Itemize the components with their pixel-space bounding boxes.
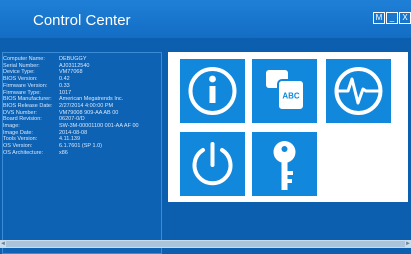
info-row: DVS Number: VM79008 909-AA AB 00: [3, 110, 139, 117]
info-label: BIOS Manufacturer:: [3, 96, 52, 103]
info-label: Board Revision:: [3, 116, 42, 123]
info-value: 06207-0/D: [59, 116, 85, 123]
power-tile[interactable]: [180, 132, 245, 196]
info-tile[interactable]: [180, 59, 245, 123]
info-row: OS Version: 6.1.7601 (SP 1.0): [3, 143, 139, 150]
close-button[interactable]: X: [399, 12, 411, 24]
info-row: BIOS Release Date: 2/27/2014 4:00:00 PM: [3, 103, 139, 110]
info-label: OS Architecture:: [3, 149, 44, 156]
info-value: VM77068: [59, 69, 83, 76]
info-icon: [188, 67, 237, 115]
info-label: OS Version:: [3, 143, 33, 150]
scroll-right-icon[interactable]: ►: [405, 240, 411, 248]
info-row: Image Date: 2014-08-08: [3, 130, 139, 137]
abc-keyboard-icon: ABC: [266, 70, 305, 111]
info-value: x86: [59, 149, 68, 156]
info-value: SW-3M-00001100 001-AA AF 00: [59, 123, 139, 130]
key-icon: [273, 141, 296, 190]
settings-icon: M: [375, 13, 383, 22]
info-row: Board Revision: 06207-0/D: [3, 116, 139, 123]
info-label: Device Type:: [3, 69, 35, 76]
info-row: Computer Name: DEBUGGY: [3, 56, 139, 63]
info-row: Image: SW-3M-00001100 001-AA AF 00: [3, 123, 139, 130]
info-value: 1017: [59, 89, 72, 96]
language-tile[interactable]: ABC: [252, 59, 317, 123]
heartbeat-icon: [334, 67, 383, 115]
info-row: OS Architecture: x86: [3, 150, 139, 157]
info-value: American Megatrends Inc.: [59, 96, 124, 103]
info-value: 0.33: [59, 82, 70, 89]
window-title: Control Center: [33, 12, 131, 29]
info-value: 4.11.139: [59, 136, 81, 143]
info-value: AJ03112540: [59, 62, 90, 69]
settings-button[interactable]: M: [373, 12, 385, 24]
info-label: Serial Number:: [3, 62, 40, 69]
info-value: 6.1.7601 (SP 1.0): [59, 143, 103, 150]
info-row: Device Type: VM77068: [3, 69, 139, 76]
minimize-icon: _: [389, 13, 395, 22]
info-label: BIOS Version:: [3, 76, 38, 83]
info-row: Serial Number: AJ03112540: [3, 63, 139, 70]
info-value: DEBUGGY: [59, 56, 87, 62]
info-label: Image Date:: [3, 129, 33, 136]
abc-label: ABC: [282, 92, 300, 101]
minimize-button[interactable]: _: [386, 12, 398, 24]
info-label: BIOS Release Date:: [3, 102, 53, 109]
info-label: Image:: [3, 123, 20, 130]
system-info-list: Computer Name: DEBUGGY Serial Number: AJ03…: [3, 56, 139, 157]
info-value: VM79008 909-AA AB 00: [59, 109, 119, 116]
info-label: Firmware Type:: [3, 89, 41, 96]
info-label: Computer Name:: [3, 56, 45, 62]
info-value: 2/27/2014 4:00:00 PM: [59, 102, 114, 109]
info-label: Firmware Version:: [3, 82, 48, 89]
diagnostics-tile[interactable]: [326, 59, 391, 123]
power-icon: [192, 142, 233, 186]
info-row: Firmware Version: 0.33: [3, 83, 139, 90]
info-label: Tools Version:: [3, 136, 38, 143]
info-value: 2014-08-08: [59, 129, 88, 136]
security-tile[interactable]: [252, 132, 317, 196]
info-row: Tools Version: 4.11.139: [3, 136, 139, 143]
info-row: BIOS Manufacturer: American Megatrends In…: [3, 96, 139, 103]
info-label: DVS Number:: [3, 109, 37, 116]
close-icon: X: [402, 13, 408, 22]
info-value: 0.42: [59, 76, 70, 83]
tiles-panel: ABC: [168, 52, 408, 202]
title-bar: Control Center M _ X: [0, 0, 411, 38]
info-row: Firmware Type: 1017: [3, 90, 139, 97]
scrollbar-thumb[interactable]: [6, 241, 405, 247]
info-row: BIOS Version: 0.42: [3, 76, 139, 83]
